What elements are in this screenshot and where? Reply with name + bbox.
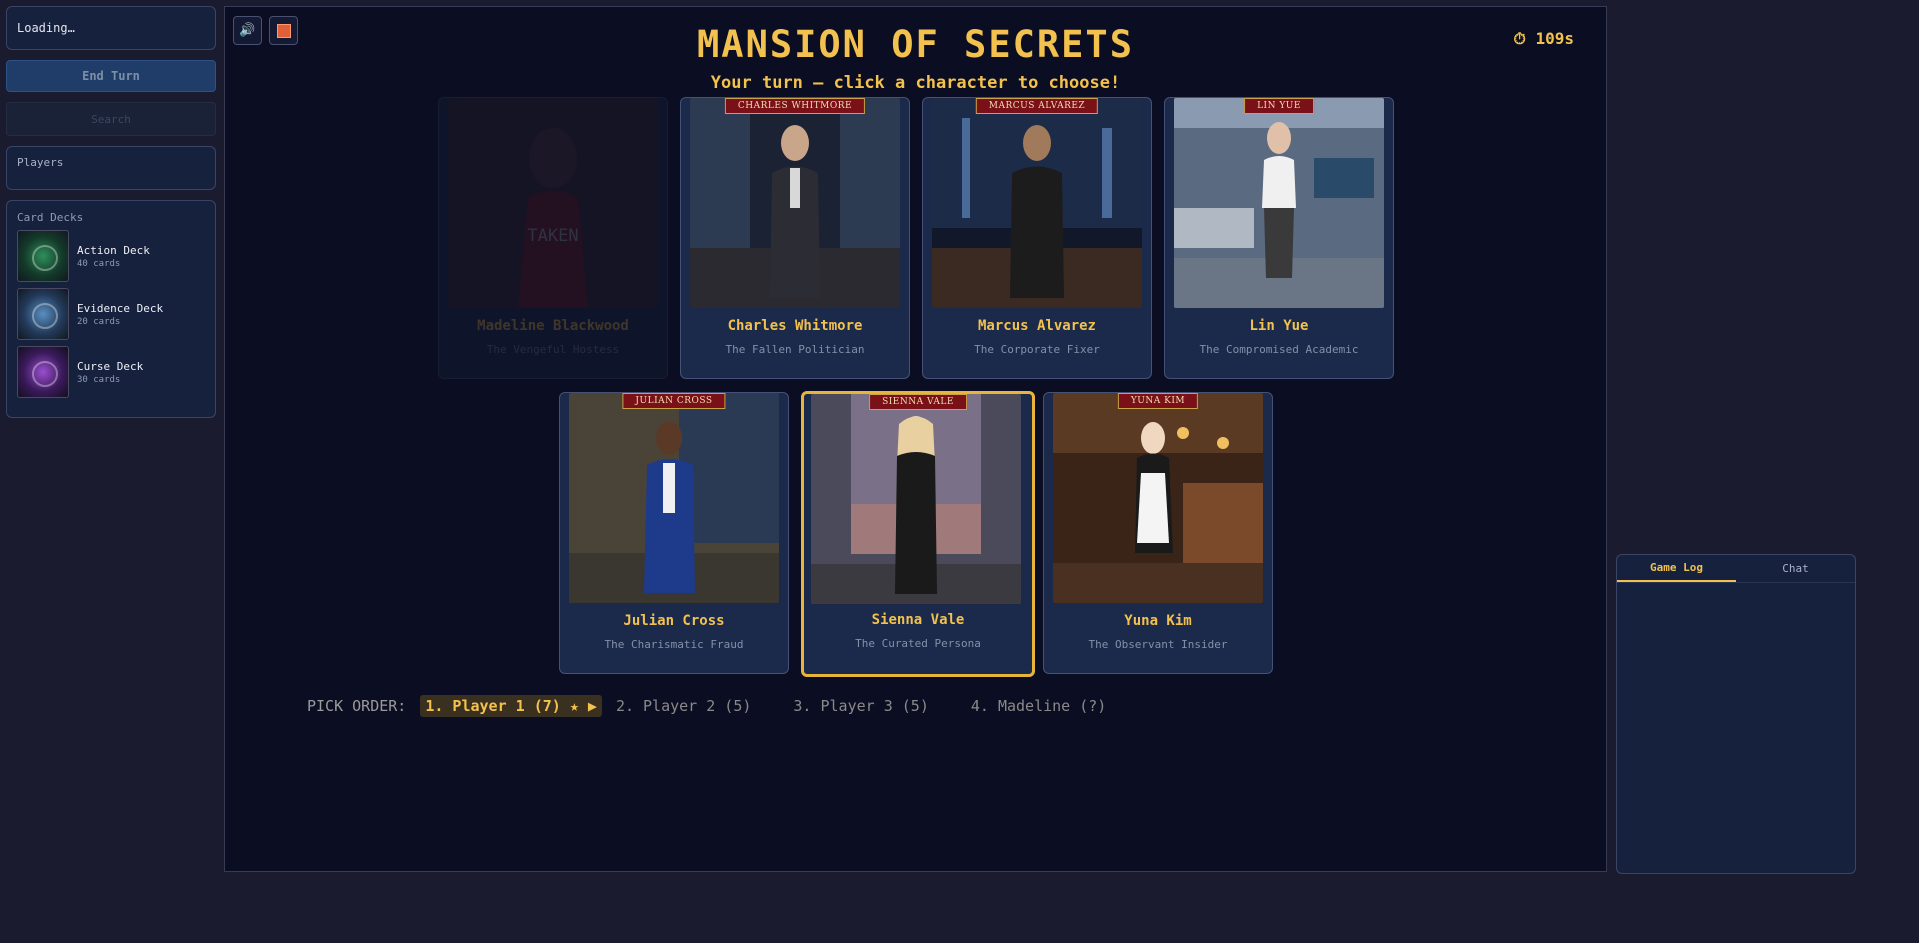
character-name: Madeline Blackwood	[477, 318, 629, 334]
deck-name: Evidence Deck	[77, 301, 164, 315]
character-subtitle: The Vengeful Hostess	[486, 343, 620, 356]
tab-game-log[interactable]: Game Log	[1617, 555, 1736, 582]
character-name: Yuna Kim	[1124, 613, 1192, 629]
character-portrait	[569, 393, 779, 603]
evidence-deck-art	[17, 288, 69, 340]
deck-name: Action Deck	[77, 243, 150, 257]
deck-curse[interactable]: Curse Deck 30 cards	[17, 346, 205, 398]
character-portrait	[1174, 98, 1384, 308]
character-name: Lin Yue	[1249, 318, 1309, 334]
character-card-yuna[interactable]: YUNA KIM Yuna Kim The Observant Insider	[1043, 392, 1273, 674]
character-nameplate: CHARLES WHITMORE	[724, 98, 866, 114]
card-decks-panel: Card Decks Action Deck 40 cards Evidence…	[6, 200, 216, 418]
character-card-lin[interactable]: LIN YUE Lin Yue The Compromised Academic	[1164, 97, 1394, 379]
tab-chat[interactable]: Chat	[1736, 555, 1855, 582]
search-input[interactable]	[6, 102, 216, 136]
deck-evidence[interactable]: Evidence Deck 20 cards	[17, 288, 205, 340]
game-log-panel: Game Log Chat	[1616, 554, 1856, 874]
character-subtitle: The Charismatic Fraud	[604, 638, 744, 651]
players-title: Players	[17, 156, 64, 169]
character-nameplate: LIN YUE	[1244, 98, 1314, 114]
action-deck-art	[17, 230, 69, 282]
deck-count: 20 cards	[77, 316, 121, 327]
status-box: Loading…	[6, 6, 216, 50]
character-nameplate: JULIAN CROSS	[622, 393, 726, 409]
character-name: Julian Cross	[623, 613, 725, 629]
character-name: Charles Whitmore	[727, 318, 863, 334]
character-name: Marcus Alvarez	[977, 318, 1096, 334]
pick-order-label: PICK ORDER:	[307, 697, 407, 715]
character-nameplate: YUNA KIM	[1117, 393, 1199, 409]
character-name: Sienna Vale	[871, 612, 965, 628]
status-text: Loading…	[17, 21, 75, 35]
character-subtitle: The Compromised Academic	[1199, 343, 1359, 356]
turn-prompt: Your turn — click a character to choose!	[710, 73, 1121, 93]
card-decks-title: Card Decks	[17, 211, 84, 224]
character-nameplate: MARCUS ALVAREZ	[975, 98, 1099, 114]
character-nameplate: SIENNA VALE	[869, 394, 967, 410]
log-tabs: Game Log Chat	[1617, 555, 1855, 583]
character-portrait	[932, 98, 1142, 308]
game-board: 🔊 ⏱ 109s MANSION OF SECRETS Your turn — …	[224, 6, 1607, 872]
character-card-marcus[interactable]: MARCUS ALVAREZ Marcus Alvarez The Corpor…	[922, 97, 1152, 379]
deck-name: Curse Deck	[77, 359, 144, 373]
curse-deck-art	[17, 346, 69, 398]
sidebar: Loading… End Turn Players Card Decks Act…	[6, 6, 216, 418]
deck-action[interactable]: Action Deck 40 cards	[17, 230, 205, 282]
taken-label: TAKEN	[527, 226, 579, 246]
pick-order-item: 4. Madeline (?)	[970, 697, 1107, 715]
character-portrait	[690, 98, 900, 308]
character-portrait	[1053, 393, 1263, 603]
deck-count: 30 cards	[77, 374, 121, 385]
end-turn-button[interactable]: End Turn	[6, 60, 216, 92]
game-title: MANSION OF SECRETS	[697, 23, 1134, 66]
character-portrait	[811, 394, 1021, 604]
character-card-madeline: TAKEN Madeline Blackwood The Vengeful Ho…	[438, 97, 668, 379]
character-card-julian[interactable]: JULIAN CROSS Julian Cross The Charismati…	[559, 392, 789, 674]
pick-order: PICK ORDER: 1. Player 1 (7) ★ ▶ 2. Playe…	[307, 695, 1148, 717]
deck-count: 40 cards	[77, 258, 121, 269]
character-subtitle: The Fallen Politician	[725, 343, 865, 356]
character-subtitle: The Observant Insider	[1088, 638, 1228, 651]
pick-order-item: 3. Player 3 (5)	[793, 697, 929, 715]
character-portrait	[448, 98, 658, 308]
players-panel: Players	[6, 146, 216, 190]
character-card-sienna[interactable]: SIENNA VALE Sienna Vale The Curated Pers…	[801, 391, 1035, 677]
character-subtitle: The Curated Persona	[855, 637, 981, 650]
pick-order-item: 1. Player 1 (7) ★ ▶	[420, 695, 602, 717]
character-card-charles[interactable]: CHARLES WHITMORE Charles Whitmore The Fa…	[680, 97, 910, 379]
pick-order-item: 2. Player 2 (5)	[615, 697, 752, 715]
character-subtitle: The Corporate Fixer	[974, 343, 1100, 356]
